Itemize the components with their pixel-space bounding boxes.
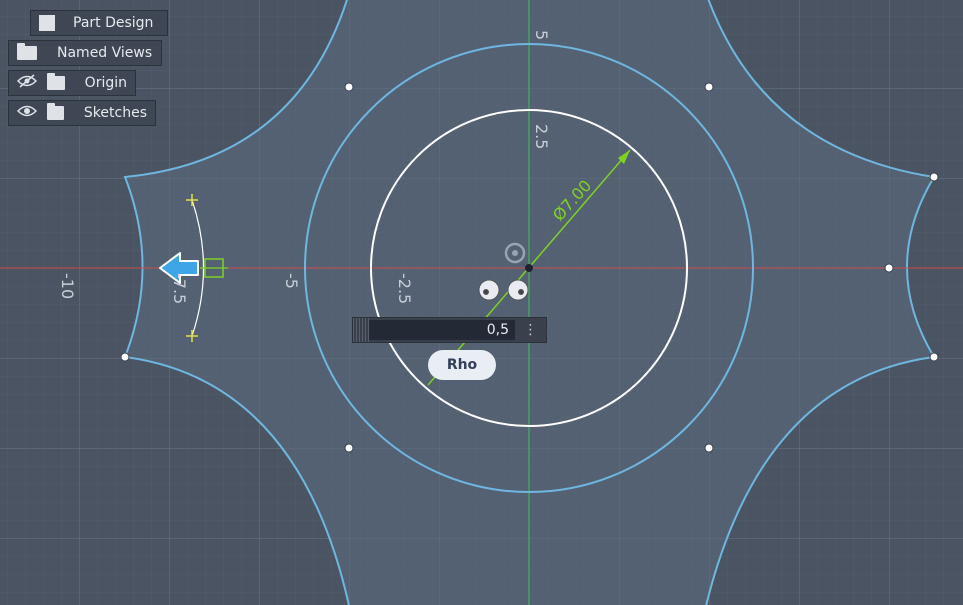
axis-label-y2-5: 2.5	[532, 124, 551, 149]
tree-item-named-views[interactable]: Named Views	[8, 40, 162, 66]
rho-value-input[interactable]	[369, 320, 515, 340]
drag-handle[interactable]	[353, 318, 369, 342]
tree-item-origin[interactable]: Origin	[8, 70, 136, 96]
folder-icon	[47, 73, 65, 90]
visibility-hidden-icon[interactable]	[16, 74, 38, 92]
axis-label-x-neg10: -10	[58, 273, 77, 299]
rho-tooltip: Rho	[428, 350, 496, 380]
tree-item-label: Origin	[84, 75, 127, 91]
folder-icon	[47, 103, 64, 120]
vertical-dots-icon[interactable]: ⋮	[515, 322, 546, 338]
axis-label-x-neg7-5: -7.5	[170, 273, 189, 304]
visibility-visible-icon[interactable]	[16, 104, 38, 122]
part-design-icon	[39, 15, 55, 31]
sketch-canvas[interactable]: 5 2.5 -10 -7.5 -5 -2.5 Ø7.00	[0, 0, 963, 605]
axis-label-x-neg5: -5	[282, 273, 301, 289]
tree-item-label: Named Views	[57, 45, 153, 61]
axis-label-y5: 5	[532, 30, 551, 40]
tree-item-label: Part Design	[73, 15, 154, 31]
axis-label-x-neg2-5: -2.5	[395, 273, 414, 304]
tree-item-label: Sketches	[83, 105, 147, 121]
rho-tooltip-label: Rho	[446, 357, 478, 373]
rho-value-input-container: ⋮	[352, 317, 547, 343]
tree-item-part-design[interactable]: Part Design	[30, 10, 168, 36]
folder-icon	[17, 43, 37, 60]
tree-item-sketches[interactable]: Sketches	[8, 100, 156, 126]
